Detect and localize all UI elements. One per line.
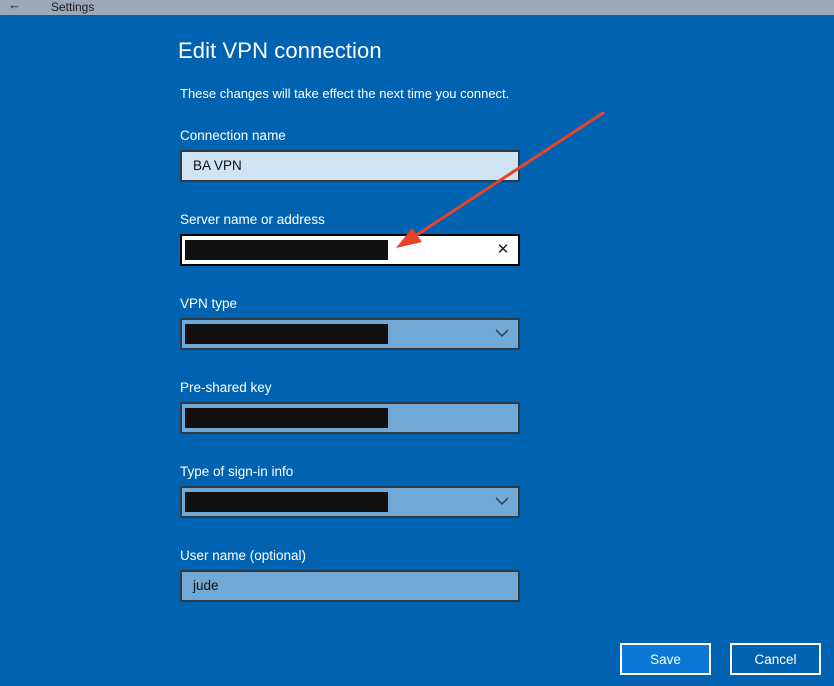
username-input[interactable]: jude: [180, 570, 520, 602]
clear-icon[interactable]: ✕: [496, 241, 510, 259]
app-title: Settings: [51, 0, 95, 14]
save-button[interactable]: Save: [620, 643, 711, 675]
signin-type-dropdown[interactable]: [180, 486, 520, 518]
psk-label: Pre-shared key: [180, 380, 272, 395]
connection-name-label: Connection name: [180, 128, 286, 143]
signin-type-label: Type of sign-in info: [180, 464, 294, 479]
connection-name-value: BA VPN: [193, 158, 242, 173]
username-value: jude: [193, 578, 219, 593]
redacted-server-value: [185, 240, 388, 260]
connection-name-input[interactable]: BA VPN: [180, 150, 520, 182]
redacted-psk-value: [185, 408, 388, 428]
dialog-subtitle: These changes will take effect the next …: [180, 86, 510, 101]
dialog-title: Edit VPN connection: [178, 38, 382, 63]
chevron-down-icon: [495, 329, 509, 337]
chevron-down-icon: [495, 497, 509, 505]
redacted-vpn-type-value: [185, 324, 388, 344]
back-arrow-icon[interactable]: ←: [8, 0, 22, 12]
vpn-type-label: VPN type: [180, 296, 238, 311]
window-title-bar: ← Settings: [0, 0, 834, 15]
server-address-label: Server name or address: [180, 212, 325, 227]
redacted-signin-type-value: [185, 492, 388, 512]
psk-input[interactable]: [180, 402, 520, 434]
username-label: User name (optional): [180, 548, 307, 563]
cancel-button[interactable]: Cancel: [730, 643, 821, 675]
server-address-input[interactable]: ✕: [180, 234, 520, 266]
vpn-type-dropdown[interactable]: [180, 318, 520, 350]
